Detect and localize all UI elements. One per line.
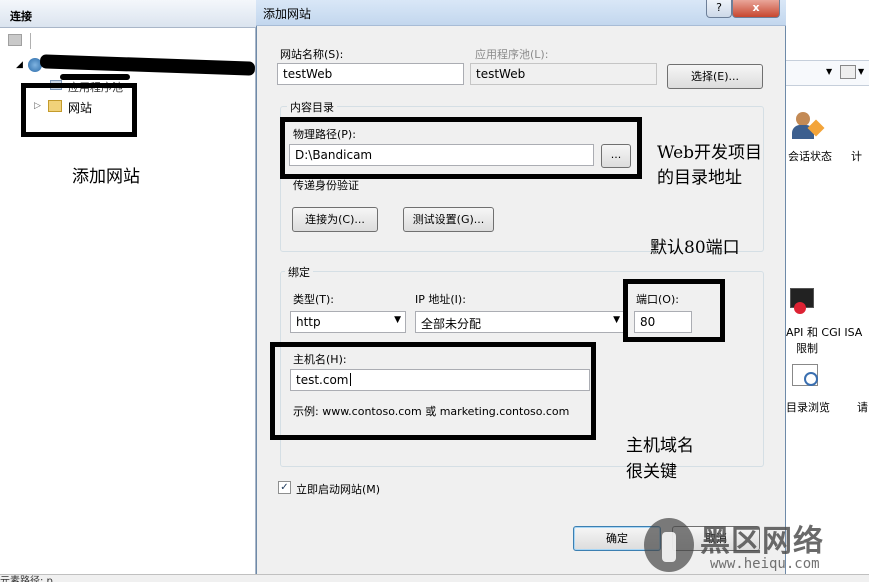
ip-address-label: IP 地址(I):: [415, 293, 466, 306]
app-pool-label: 应用程序池(L):: [475, 48, 549, 61]
annotation-box-host: [270, 342, 596, 440]
type-dropdown-arrow-icon: ▼: [394, 315, 401, 325]
watermark-logo-mark-icon: [662, 532, 676, 562]
tree-expander-icon[interactable]: ◢: [16, 60, 23, 70]
start-site-checkbox[interactable]: ✓: [278, 481, 291, 494]
content-directory-label: 内容目录: [287, 99, 337, 115]
view-dropdown-icon[interactable]: ▼: [858, 67, 864, 76]
annotation-host-line2: 很关键: [626, 462, 677, 482]
help-button[interactable]: ?: [706, 0, 732, 18]
close-button[interactable]: x: [732, 0, 780, 18]
features-toolbar: ▼ ▼: [786, 60, 869, 86]
select-app-pool-button[interactable]: 选择(E)...: [667, 64, 763, 89]
annotation-add-site: 添加网站: [72, 167, 140, 187]
connect-as-button[interactable]: 连接为(C)...: [292, 207, 378, 232]
ip-dropdown-arrow-icon: ▼: [613, 315, 620, 325]
app-pool-field: testWeb: [470, 63, 657, 85]
feature-directory-browsing[interactable]: 目录浏览: [786, 399, 830, 415]
feature-partial[interactable]: 计: [851, 148, 862, 164]
annotation-box-sites: [21, 83, 137, 137]
type-label: 类型(T):: [293, 293, 335, 306]
annotation-web-dir-line1: Web开发项目: [657, 143, 763, 163]
feature-partial-2[interactable]: 请: [857, 399, 868, 415]
annotation-default-port: 默认80端口: [650, 238, 740, 258]
site-name-label: 网站名称(S):: [280, 48, 344, 61]
redacted-scribble: [60, 74, 130, 80]
directory-browsing-icon[interactable]: [792, 364, 822, 392]
watermark-brand: 黑区网络: [700, 524, 824, 559]
binding-label: 绑定: [285, 264, 313, 280]
connections-title: 连接: [10, 10, 32, 23]
feature-cgi-restrictions[interactable]: API 和 CGI ISA: [786, 324, 862, 340]
status-text: 元素路径: p: [0, 576, 53, 582]
site-name-input[interactable]: testWeb: [277, 63, 464, 85]
session-state-icon[interactable]: [792, 112, 825, 142]
ip-address-select-value: 全部未分配: [421, 317, 482, 331]
feature-cgi-restrictions-line2: 限制: [796, 342, 818, 355]
annotation-box-port: [623, 279, 725, 342]
ip-address-select[interactable]: 全部未分配 ▼: [415, 311, 625, 333]
feature-session-state[interactable]: 会话状态: [788, 148, 832, 164]
view-mode-icon[interactable]: [840, 65, 856, 79]
connections-toolbar: [0, 30, 256, 52]
watermark-url: www.heiqu.com: [710, 556, 820, 572]
features-view: [786, 0, 869, 574]
start-site-label: 立即启动网站(M): [296, 483, 381, 496]
watermark: 黑区网络 www.heiqu.com: [640, 514, 869, 582]
dialog-title: 添加网站: [263, 7, 312, 21]
type-select[interactable]: http ▼: [290, 311, 406, 333]
annotation-web-dir-line2: 的目录地址: [657, 168, 742, 188]
type-select-value: http: [296, 315, 321, 329]
dropdown-arrow-icon[interactable]: ▼: [826, 67, 832, 76]
pass-through-label: 传递身份验证: [293, 179, 359, 192]
connect-icon[interactable]: [8, 34, 22, 46]
test-settings-button[interactable]: 测试设置(G)...: [403, 207, 494, 232]
cgi-restrictions-icon[interactable]: [790, 288, 818, 318]
annotation-host-line1: 主机域名: [626, 436, 694, 456]
connections-header: 连接: [0, 0, 256, 28]
toolbar-divider: [30, 33, 31, 49]
annotation-box-physical-path: [280, 117, 642, 179]
